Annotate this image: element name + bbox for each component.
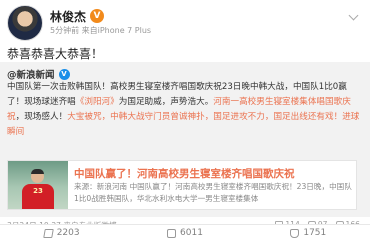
comment-button[interactable]: 6011 (123, 225, 246, 241)
like-icon (290, 228, 300, 238)
post-text: 恭喜恭喜大恭喜！ (7, 47, 104, 61)
player-number: 23 (33, 187, 43, 195)
author-avatar[interactable] (7, 5, 43, 41)
chevron-down-icon[interactable] (348, 10, 359, 21)
article-thumbnail: 23 (8, 161, 68, 209)
repost-author-row: @新浪新闻 V (7, 67, 70, 81)
article-link-card[interactable]: 23 中国队赢了！河南高校男生寝室楼齐唱国歌庆祝 来源：新浪河南 中国队赢了！河… (7, 160, 357, 210)
action-bar: 2203 6011 1751 (0, 224, 370, 241)
share-button[interactable]: 2203 (0, 225, 123, 241)
repost-author-name[interactable]: @新浪新闻 (7, 67, 55, 81)
like-count: 1751 (303, 228, 327, 238)
repost-body: 中国队第一次击败韩国队！高校男生寝室楼齐唱国歌庆祝23日晚中韩大战，中国队1比0… (7, 80, 363, 140)
vip-badge-icon: V (90, 9, 105, 23)
weibo-post-card: 林俊杰 V 5分钟前 来自iPhone 7 Plus 恭喜恭喜大恭喜！ @新浪新… (0, 0, 370, 241)
article-title[interactable]: 中国队赢了！河南高校男生寝室楼齐唱国歌庆祝 (74, 166, 295, 181)
repost-text-3: ，现场感人！ (15, 112, 68, 122)
repost-text-2: 为国足助威，声势浩大。 (118, 97, 214, 107)
share-icon (42, 228, 54, 238)
reposted-weibo[interactable]: @新浪新闻 V 中国队第一次击败韩国队！高校男生寝室楼齐唱国歌庆祝23日晚中韩大… (0, 62, 370, 217)
repost-headline: 中国队第一次击败韩国队！高校男生寝室楼齐唱国歌庆祝 (7, 82, 222, 92)
comment-count: 6011 (180, 228, 203, 238)
author-row: 林俊杰 V (50, 8, 105, 25)
author-name[interactable]: 林俊杰 (50, 8, 86, 25)
article-description: 来源：新浪河南 中国队赢了！河南高校男生寝室楼齐唱国歌庆祝！23日晚，中国队1比… (74, 182, 352, 203)
like-button[interactable]: 1751 (247, 225, 370, 241)
post-meta: 5分钟前 来自iPhone 7 Plus (50, 26, 152, 35)
comment-icon (167, 228, 177, 238)
player-hair (31, 169, 44, 174)
hashtag-link[interactable]: 《浏阳河》 (76, 97, 119, 107)
share-count: 2203 (56, 228, 80, 238)
verified-badge-icon: V (58, 68, 70, 80)
